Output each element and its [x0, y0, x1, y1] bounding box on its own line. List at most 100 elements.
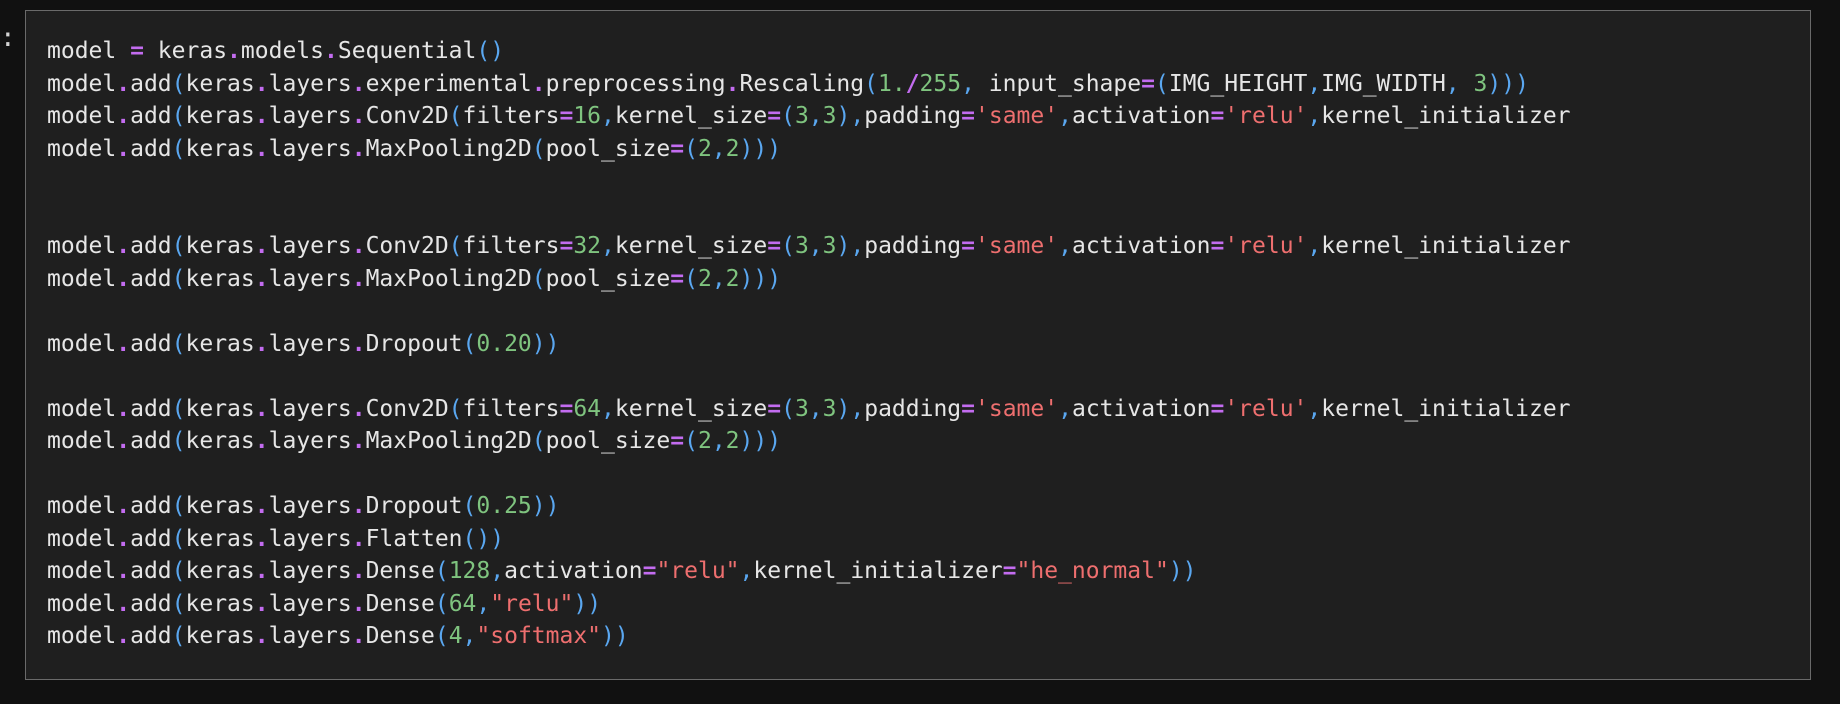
code-token: add [130, 493, 172, 519]
code-token: layers [268, 590, 352, 617]
code-token: = [670, 265, 685, 292]
code-token: . [351, 590, 366, 617]
code-token: ( [434, 590, 449, 617]
code-token: ( [171, 623, 186, 649]
code-token: ( [171, 428, 186, 454]
code-line: model.add(keras.layers.Dropout(0.25)) [47, 490, 1571, 523]
code-token: experimental [365, 70, 532, 97]
code-token: model [47, 623, 117, 649]
code-token: = [961, 395, 976, 422]
code-token: . [351, 623, 366, 649]
code-token: Sequential [337, 38, 477, 64]
code-token: model [47, 525, 117, 552]
code-editor[interactable]: model = keras.models.Sequential() model.a… [47, 35, 1571, 653]
code-token: = [130, 38, 144, 64]
code-token: add [130, 525, 172, 552]
code-token: 'relu' [1224, 103, 1308, 129]
code-token: pool_size [545, 428, 671, 454]
code-token: / [905, 70, 920, 97]
code-token: activation [504, 558, 643, 584]
code-token: . [116, 330, 131, 357]
code-token: ( [531, 135, 546, 162]
code-token: 2 [697, 265, 712, 292]
code-token: model [47, 70, 117, 97]
code-token: layers [268, 103, 352, 129]
code-token: , [711, 265, 726, 292]
code-token: . [116, 428, 131, 454]
code-token: . [254, 590, 269, 617]
code-line: model.add(keras.layers.MaxPooling2D(pool… [47, 133, 1571, 166]
code-token: , [1058, 103, 1072, 129]
code-token: ( [1154, 70, 1169, 97]
code-token: = [767, 395, 782, 422]
code-token: activation [1071, 395, 1211, 422]
code-token: = [670, 428, 685, 454]
code-token: input_shape [974, 70, 1142, 97]
code-token: model [47, 135, 117, 162]
code-token: keras [185, 233, 255, 259]
code-token: . [725, 70, 740, 97]
code-token: layers [268, 70, 352, 97]
code-token: add [130, 395, 172, 422]
code-token: keras [185, 103, 255, 129]
code-token: layers [268, 395, 352, 422]
code-token: . [254, 330, 269, 357]
code-token: . [531, 70, 546, 97]
code-token: . [116, 70, 131, 97]
code-token: kernel_initializer [1321, 233, 1571, 259]
code-line: model.add(keras.layers.Conv2D(filters=64… [47, 393, 1571, 426]
code-token: , [476, 590, 491, 617]
code-token: . [351, 525, 366, 552]
code-token: = [961, 103, 976, 129]
code-token: ( [171, 103, 186, 129]
code-token: ( [864, 70, 878, 97]
code-token: . [254, 558, 269, 584]
code-token: = [1210, 395, 1225, 422]
code-line: model.add(keras.layers.MaxPooling2D(pool… [47, 425, 1571, 458]
code-cell[interactable]: model = keras.models.Sequential() model.a… [25, 10, 1811, 680]
code-token: Dense [365, 558, 435, 584]
code-token: kernel_initializer [1321, 103, 1571, 129]
code-token: )) [531, 493, 560, 519]
code-token: Conv2D [365, 103, 449, 129]
code-token: activation [1071, 233, 1211, 259]
code-token: kernel_size [614, 103, 768, 129]
code-token: 128 [448, 558, 491, 584]
code-token: 3 [822, 395, 837, 422]
code-token: 3 [1473, 70, 1488, 97]
code-token: model [47, 395, 117, 422]
code-token: layers [268, 623, 352, 649]
code-token: , [1307, 395, 1322, 422]
code-token: keras [185, 558, 255, 584]
code-token: . [351, 135, 366, 162]
code-token: filters [462, 103, 560, 129]
code-token: . [351, 103, 366, 129]
code-token: ), [836, 395, 865, 422]
code-token: . [116, 558, 131, 584]
code-token: () [476, 38, 505, 64]
code-token: . [351, 233, 366, 259]
code-token: Flatten [365, 525, 463, 552]
code-token: ), [836, 233, 865, 259]
code-token: ))) [1487, 70, 1529, 97]
code-token: 32 [573, 233, 602, 259]
code-token: , [1058, 395, 1072, 422]
code-token: model [47, 558, 117, 584]
code-token: ( [171, 395, 186, 422]
code-token: padding [864, 233, 962, 259]
code-token: )) [531, 330, 560, 357]
code-token: ( [462, 493, 477, 519]
code-token: 2 [697, 428, 712, 454]
code-token: Conv2D [365, 395, 449, 422]
code-line: model.add(keras.layers.Flatten()) [47, 523, 1571, 556]
code-token: . [116, 265, 131, 292]
code-token: = [1141, 70, 1155, 97]
code-token: 3 [794, 395, 809, 422]
code-token: , [462, 623, 477, 649]
code-token: = [961, 233, 976, 259]
code-token: Dense [365, 590, 435, 617]
